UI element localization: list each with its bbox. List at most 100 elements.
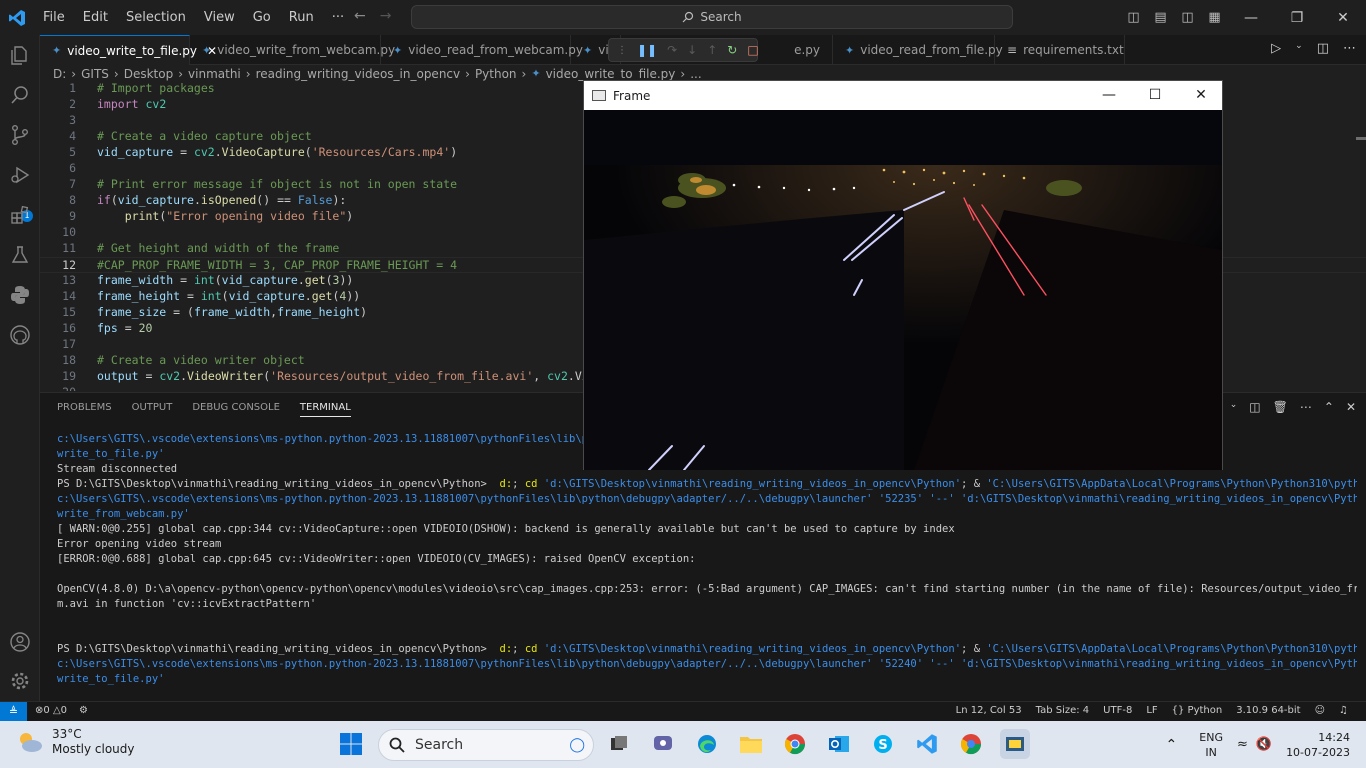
skype-icon[interactable]: S	[868, 729, 898, 759]
chrome-browser-icon[interactable]	[780, 729, 810, 759]
feedback-icon[interactable]: ☺	[1315, 705, 1325, 716]
menu-selection[interactable]: Selection	[117, 0, 195, 35]
vscode-taskbar-icon[interactable]	[912, 729, 942, 759]
terminal-line: Error opening video stream	[57, 538, 222, 550]
breadcrumb-item[interactable]: D:	[53, 67, 66, 81]
menu-file[interactable]: File	[34, 0, 74, 35]
weather-widget[interactable]: 33°C Mostly cloudy	[16, 727, 135, 757]
taskbar-search-label: Search	[415, 737, 464, 753]
file-explorer-icon[interactable]	[736, 729, 766, 759]
show-hidden-icons-icon[interactable]: ⌃	[1166, 737, 1178, 753]
split-terminal-icon[interactable]: ◫	[1249, 400, 1260, 414]
drag-handle-icon[interactable]: ⋮	[617, 45, 627, 56]
testing-icon[interactable]	[8, 243, 32, 267]
tab-problems[interactable]: PROBLEMS	[57, 402, 112, 417]
tab-video-read-from-file[interactable]: ✦ video_read_from_file.py	[833, 35, 1003, 65]
breadcrumb-item[interactable]: GITS	[81, 67, 109, 81]
teams-chat-icon[interactable]	[648, 729, 678, 759]
kill-terminal-icon[interactable]: 🗑	[1273, 400, 1288, 414]
terminal-dropdown-icon[interactable]: ⌄	[1230, 400, 1238, 414]
step-out-icon[interactable]: ↑	[707, 43, 717, 57]
task-view-icon[interactable]	[604, 729, 634, 759]
pause-icon[interactable]: ❚❚	[637, 43, 657, 57]
toggle-secondary-sidebar-icon[interactable]: ◫	[1174, 10, 1201, 25]
forward-arrow-icon[interactable]: →	[380, 8, 392, 24]
account-icon[interactable]	[8, 630, 32, 654]
breadcrumb-item[interactable]: reading_writing_videos_in_opencv	[256, 67, 461, 81]
menu-go[interactable]: Go	[244, 0, 280, 35]
run-file-icon[interactable]: ▷	[1271, 41, 1281, 56]
command-search-box[interactable]: Search	[411, 5, 1013, 29]
close-icon[interactable]: ✕	[1320, 10, 1366, 26]
breadcrumb-item[interactable]: ...	[690, 67, 701, 81]
volume-muted-icon[interactable]: 🔇	[1256, 737, 1272, 752]
close-panel-icon[interactable]: ✕	[1346, 400, 1356, 414]
edge-browser-icon[interactable]	[692, 729, 722, 759]
tab-requirements[interactable]: ≡ requirements.txt	[995, 35, 1125, 65]
encoding[interactable]: UTF-8	[1103, 705, 1132, 716]
run-debug-icon[interactable]	[8, 163, 32, 187]
explorer-icon[interactable]	[8, 43, 32, 67]
tab-output[interactable]: OUTPUT	[132, 402, 173, 417]
outlook-icon[interactable]	[824, 729, 854, 759]
tab-video-write-to-file[interactable]: ✦ video_write_to_file.py ✕	[40, 35, 217, 65]
tab-video-read-from-webcam[interactable]: ✦ video_read_from_webcam.py	[381, 35, 583, 65]
language-indicator[interactable]: ENG IN	[1199, 730, 1223, 760]
back-arrow-icon[interactable]: ←	[354, 8, 366, 24]
menu-view[interactable]: View	[195, 0, 244, 35]
menu-edit[interactable]: Edit	[74, 0, 117, 35]
more-actions-icon[interactable]: ⋯	[1300, 400, 1312, 414]
step-into-icon[interactable]: ↓	[687, 43, 697, 57]
start-windows-icon[interactable]	[336, 729, 366, 759]
run-dropdown-icon[interactable]: ⌄	[1295, 41, 1303, 56]
tab-terminal[interactable]: TERMINAL	[299, 402, 351, 417]
minimize-icon[interactable]: —	[1086, 81, 1132, 110]
python-window-icon[interactable]	[1000, 729, 1030, 759]
extensions-icon[interactable]	[8, 203, 32, 227]
menu-run[interactable]: Run	[280, 0, 323, 35]
clock[interactable]: 14:24 10-07-2023	[1286, 730, 1366, 760]
remote-icon[interactable]: ≜	[0, 702, 27, 721]
split-editor-icon[interactable]: ◫	[1317, 41, 1329, 56]
source-control-icon[interactable]	[8, 123, 32, 147]
settings-gear-icon[interactable]	[8, 669, 32, 693]
frame-title-bar[interactable]: Frame — ☐ ✕	[584, 81, 1222, 110]
notifications-bell-icon[interactable]: ♫	[1339, 705, 1348, 716]
breadcrumb-item[interactable]: vinmathi	[188, 67, 241, 81]
debug-status-icon[interactable]: ⚙	[79, 705, 88, 716]
line-number: 20	[40, 385, 76, 391]
tab-debug-console[interactable]: DEBUG CONSOLE	[192, 402, 280, 417]
language-mode[interactable]: {} Python	[1172, 705, 1223, 716]
github-icon[interactable]	[8, 323, 32, 347]
stop-icon[interactable]: □	[747, 43, 758, 57]
wifi-icon[interactable]: ≈	[1237, 737, 1248, 752]
problems-status[interactable]: ⊗0 △0	[35, 705, 67, 716]
chrome-profile-icon[interactable]	[956, 729, 986, 759]
minimize-icon[interactable]: —	[1228, 10, 1274, 26]
breadcrumb-item[interactable]: video_write_to_file.py	[546, 67, 676, 81]
customize-layout-icon[interactable]: ▦	[1201, 10, 1228, 25]
python-icon[interactable]	[8, 283, 32, 307]
end-of-line[interactable]: LF	[1146, 705, 1157, 716]
cursor-position[interactable]: Ln 12, Col 53	[956, 705, 1022, 716]
tab-video-write-from-webcam[interactable]: ✦ video_write_from_webcam.py	[190, 35, 395, 65]
toggle-sidebar-icon[interactable]: ◫	[1120, 10, 1147, 25]
restore-icon[interactable]: ❐	[1274, 10, 1320, 26]
menu-more[interactable]: ···	[323, 0, 353, 35]
restart-icon[interactable]: ↻	[727, 43, 737, 57]
step-over-icon[interactable]: ↷	[667, 43, 677, 57]
taskbar-search[interactable]: Search ◯	[378, 729, 594, 761]
breadcrumb-item[interactable]: Desktop	[124, 67, 174, 81]
maximize-panel-icon[interactable]: ⌃	[1324, 400, 1334, 414]
breadcrumb-separator: ›	[71, 66, 77, 81]
close-icon[interactable]: ✕	[1178, 81, 1224, 110]
interpreter-version[interactable]: 3.10.9 64-bit	[1236, 705, 1300, 716]
toggle-panel-icon[interactable]: ▤	[1147, 10, 1174, 25]
breadcrumb-item[interactable]: Python	[475, 67, 517, 81]
search-icon[interactable]	[8, 83, 32, 107]
tab-size[interactable]: Tab Size: 4	[1036, 705, 1090, 716]
terminal-output[interactable]: c:\Users\GITS\.vscode\extensions\ms-pyth…	[57, 432, 1357, 687]
maximize-icon[interactable]: ☐	[1132, 81, 1178, 110]
more-actions-icon[interactable]: ⋯	[1343, 41, 1356, 56]
